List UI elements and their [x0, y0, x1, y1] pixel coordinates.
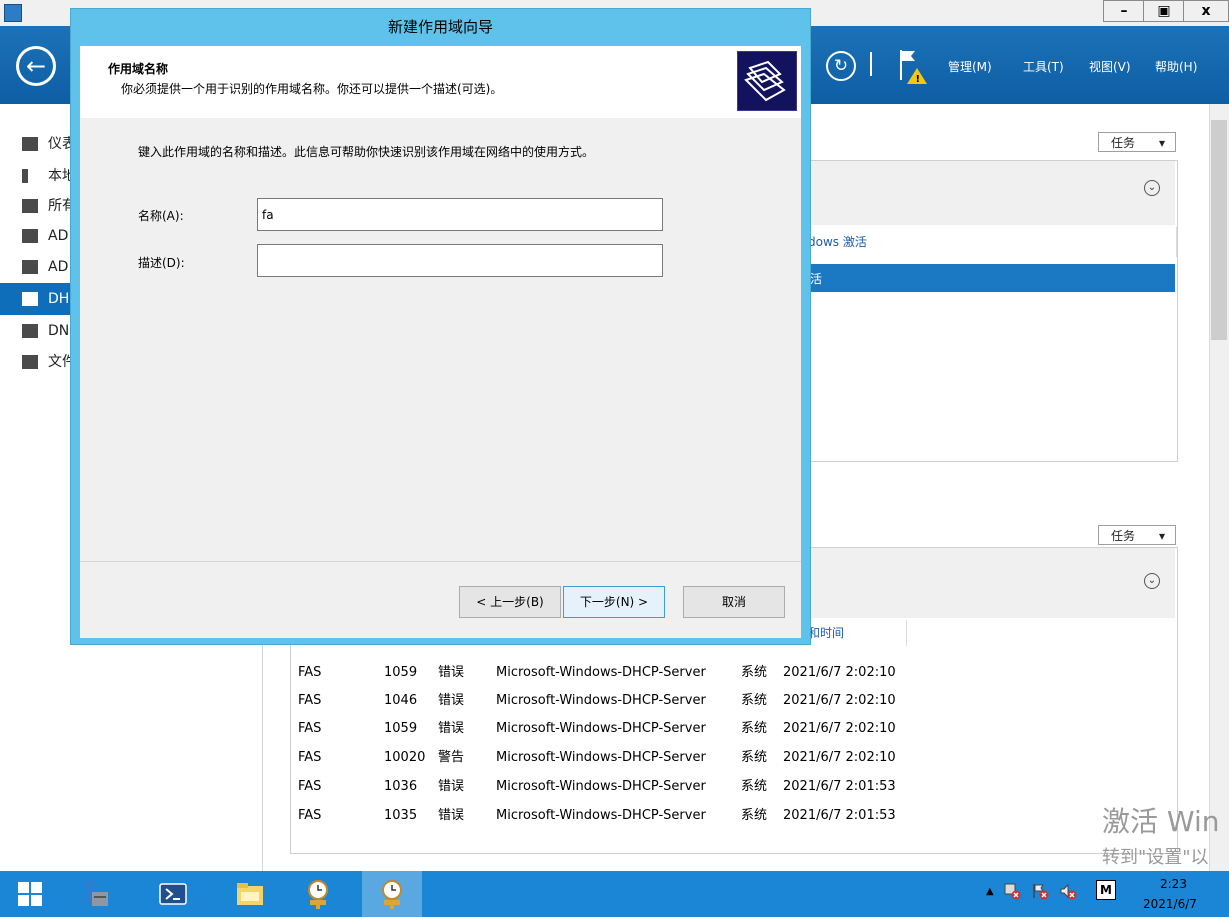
local-server-icon — [22, 169, 28, 183]
dhcp-clock-icon — [382, 880, 402, 909]
back-arrow-icon[interactable]: ← — [16, 46, 56, 86]
clock-date[interactable]: 2021/6/7 — [1143, 897, 1197, 911]
dialog-content — [80, 118, 801, 561]
svg-text:!: ! — [916, 74, 921, 85]
taskbar-dhcp-console-active[interactable] — [362, 871, 422, 917]
dialog-header-title: 作用域名称 — [108, 62, 169, 76]
dialog-instruction: 键入此作用域的名称和描述。此信息可帮助你快速识别该作用域在网络中的使用方式。 — [138, 145, 595, 159]
chevron-down-icon: ▾ — [1158, 529, 1165, 543]
all-servers-icon — [22, 199, 38, 213]
taskbar-powershell[interactable] — [143, 871, 203, 917]
taskbar-dhcp-console[interactable] — [288, 871, 348, 917]
folder-icon — [237, 883, 263, 905]
dhcp-icon — [22, 292, 38, 306]
windows-logo-icon — [18, 882, 42, 906]
back-button[interactable]: < 上一步(B) — [459, 586, 561, 618]
server-manager-app-icon — [4, 4, 22, 22]
description-label: 描述(D): — [138, 256, 185, 270]
notifications-flag-icon[interactable]: ! — [897, 46, 929, 86]
clock-time[interactable]: 2:23 — [1160, 877, 1187, 891]
menu-manage[interactable]: 管理(M) — [948, 58, 992, 75]
menu-tools[interactable]: 工具(T) — [1023, 58, 1064, 75]
dashboard-icon — [22, 137, 38, 151]
column-header[interactable]: dows 激活 — [808, 227, 1177, 257]
maximize-button[interactable]: ▣ — [1143, 0, 1185, 22]
action-center-icon[interactable] — [1031, 882, 1049, 900]
dialog-header-subtitle: 你必须提供一个用于识别的作用域名称。你还可以提供一个描述(可选)。 — [121, 82, 503, 96]
cancel-button[interactable]: 取消 — [683, 586, 785, 618]
ad-cs-icon — [22, 229, 38, 243]
tray-chevron-up-icon[interactable]: ▲ — [986, 886, 994, 897]
scrollbar-thumb[interactable] — [1211, 120, 1227, 340]
volume-muted-icon[interactable] — [1059, 882, 1077, 900]
menu-help[interactable]: 帮助(H) — [1155, 58, 1197, 75]
tasks-dropdown-top[interactable]: 任务 ▾ — [1098, 132, 1176, 152]
wizard-folder-icon — [737, 51, 797, 111]
close-button[interactable]: x — [1183, 0, 1229, 22]
toolbar-separator — [870, 52, 872, 76]
taskbar-file-explorer[interactable] — [220, 871, 280, 917]
dhcp-clock-icon — [308, 880, 328, 909]
chevron-down-icon: ▾ — [1158, 136, 1165, 150]
scope-name-input[interactable] — [257, 198, 663, 231]
input-method-indicator[interactable]: M — [1096, 880, 1116, 900]
scope-description-input[interactable] — [257, 244, 663, 277]
start-button[interactable] — [0, 871, 60, 917]
refresh-icon[interactable]: ↻ — [826, 51, 856, 81]
menu-view[interactable]: 视图(V) — [1089, 58, 1131, 75]
minimize-button[interactable]: – — [1103, 0, 1145, 22]
dns-icon — [22, 324, 38, 338]
name-label: 名称(A): — [138, 209, 184, 223]
expand-icon[interactable]: ⌄ — [1144, 573, 1160, 589]
selected-row-text: 活 — [810, 272, 823, 286]
activation-watermark-line1: 激活 Win — [1102, 805, 1220, 838]
activation-watermark-line2: 转到"设置"以 — [1102, 847, 1209, 868]
taskbar-server-manager[interactable] — [66, 871, 126, 917]
next-button[interactable]: 下一步(N) > — [563, 586, 665, 618]
server-manager-icon — [86, 880, 108, 906]
expand-icon[interactable]: ⌄ — [1144, 180, 1160, 196]
file-services-icon — [22, 355, 38, 369]
tasks-dropdown-events[interactable]: 任务 ▾ — [1098, 525, 1176, 545]
network-error-icon[interactable] — [1003, 882, 1021, 900]
powershell-icon — [159, 883, 187, 905]
column-header-time[interactable]: 和时间 — [808, 620, 907, 646]
dialog-title: 新建作用域向导 — [387, 18, 493, 36]
ad-ds-icon — [22, 260, 38, 274]
